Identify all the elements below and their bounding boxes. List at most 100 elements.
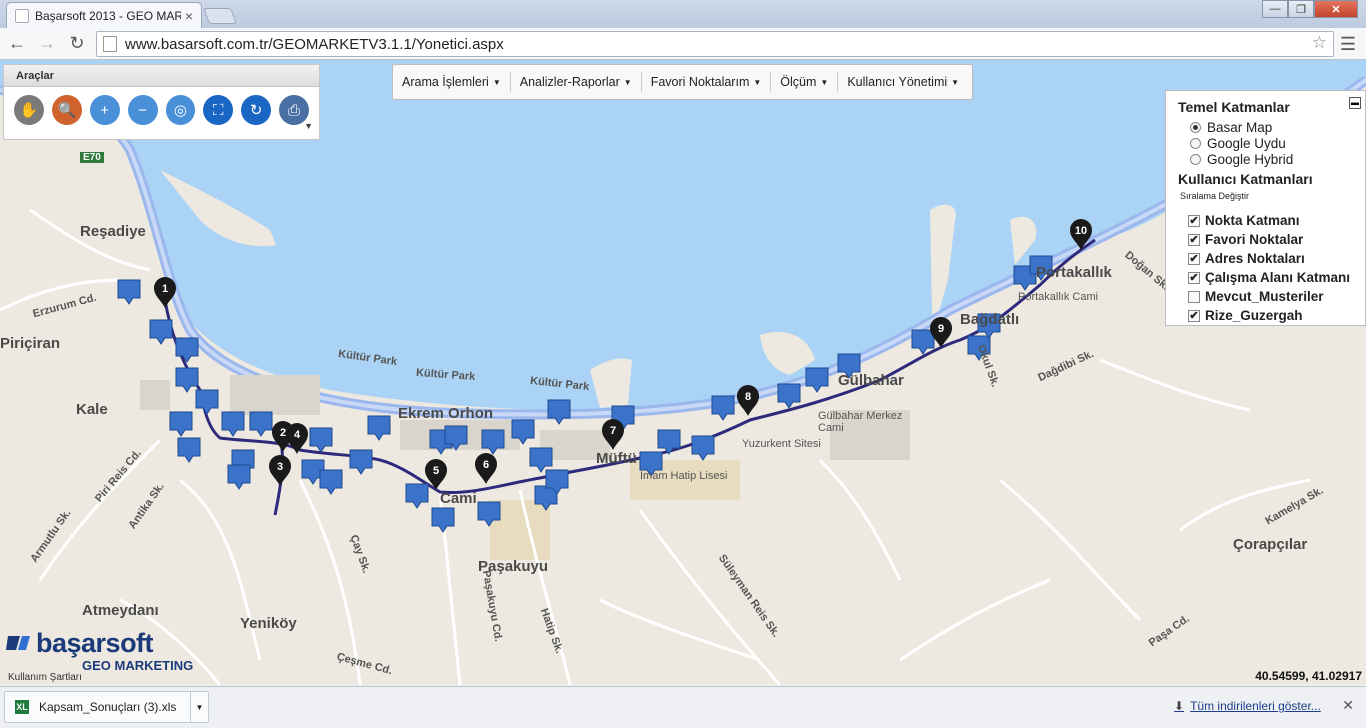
forward-button[interactable]: → xyxy=(34,31,60,57)
user-layer-option[interactable]: ✔ Adres Noktaları xyxy=(1188,249,1365,268)
menu-kullanici-yonetimi[interactable]: Kullanıcı Yönetimi ▼ xyxy=(838,72,968,92)
map-label-ekrem-orhon: Ekrem Orhon xyxy=(398,405,494,422)
radio-button[interactable] xyxy=(1190,121,1201,133)
page-favicon-icon xyxy=(15,8,29,23)
zoom-in-icon[interactable]: + xyxy=(89,95,120,125)
chevron-down-icon: ▼ xyxy=(492,77,501,87)
tab-close-icon[interactable]: × xyxy=(185,8,193,24)
route-stop-number: 10 xyxy=(1075,225,1087,237)
base-layer-option[interactable]: Google Uydu xyxy=(1190,135,1365,151)
checkbox[interactable]: ✔ xyxy=(1188,309,1200,322)
route-stop-number: 9 xyxy=(938,323,944,335)
base-layer-label: Google Uydu xyxy=(1207,135,1286,151)
logo-product: GEO MARKETING xyxy=(82,658,194,673)
tab-title: Başarsoft 2013 - GEO MAR xyxy=(35,8,181,23)
user-layer-label: Rize_Guzergah xyxy=(1205,308,1303,323)
user-layers-title: Kullanıcı Katmanları xyxy=(1178,171,1313,187)
layers-panel: ▬ Temel Katmanlar Basar Map Google Uydu Go… xyxy=(1165,90,1366,326)
download-bar: XL Kapsam_Sonuçları (3).xls ▼ ⬇ Tüm indir… xyxy=(0,686,1366,728)
base-layer-option[interactable]: Basar Map xyxy=(1190,119,1365,135)
chevron-down-icon: ▼ xyxy=(753,77,762,87)
url-text: www.basarsoft.com.tr/GEOMARKETV3.1.1/Yon… xyxy=(125,35,504,53)
browser-tab[interactable]: Başarsoft 2013 - GEO MAR × xyxy=(6,2,202,28)
address-bar[interactable]: www.basarsoft.com.tr/GEOMARKETV3.1.1/Yon… xyxy=(96,31,1334,57)
download-options-icon[interactable]: ▼ xyxy=(190,692,208,722)
browser-toolbar: ← → ↻ www.basarsoft.com.tr/GEOMARKETV3.1… xyxy=(0,28,1366,60)
user-layer-option[interactable]: ✔ Favori Noktalar xyxy=(1188,230,1365,249)
show-all-downloads-link[interactable]: ⬇ Tüm indirilenleri göster... xyxy=(1174,699,1321,713)
page-icon xyxy=(103,36,117,52)
search-icon[interactable]: 🔍 xyxy=(51,95,82,125)
chevron-down-icon: ▼ xyxy=(820,77,829,87)
tools-panel: Araçlar ✋ 🔍 + − ◎ ⛶ ↻ ⎙ ▼ xyxy=(3,64,320,140)
map-label-resadiye: Reşadiye xyxy=(80,223,146,240)
poi-label: Gülbahar Merkez Cami xyxy=(818,410,903,434)
order-change-link[interactable]: Sıralama Değiştir xyxy=(1180,191,1365,201)
checkbox[interactable] xyxy=(1188,290,1200,303)
radio-button[interactable] xyxy=(1190,137,1201,149)
user-layer-option[interactable]: Mevcut_Musteriler xyxy=(1188,287,1365,306)
zoom-extent-icon[interactable]: ◎ xyxy=(165,95,196,125)
bookmark-star-icon[interactable]: ☆ xyxy=(1312,33,1327,53)
reload-button[interactable]: ↻ xyxy=(64,31,90,57)
fullscreen-icon[interactable]: ⛶ xyxy=(203,95,234,125)
minimize-button[interactable]: — xyxy=(1262,0,1288,18)
base-layers-title: Temel Katmanlar xyxy=(1178,99,1290,115)
base-layer-label: Basar Map xyxy=(1207,119,1273,135)
menu-arama-islemleri[interactable]: Arama İşlemleri ▼ xyxy=(393,72,511,92)
map-label-gulbahar: Gülbahar xyxy=(838,372,904,389)
user-layer-option[interactable]: ✔ Çalışma Alanı Katmanı xyxy=(1188,268,1365,287)
checkbox[interactable]: ✔ xyxy=(1188,214,1200,227)
user-layer-label: Favori Noktalar xyxy=(1205,232,1304,247)
terms-link[interactable]: Kullanım Şartları xyxy=(8,672,82,683)
route-stop-marker[interactable]: 6 xyxy=(475,453,497,484)
menu-olcum[interactable]: Ölçüm ▼ xyxy=(771,72,839,92)
route-stop-number: 5 xyxy=(433,465,439,477)
download-filename: Kapsam_Sonuçları (3).xls xyxy=(39,700,177,714)
checkbox[interactable]: ✔ xyxy=(1188,252,1200,265)
map-base-layer: 1 2 3 4 5 6 7 8 9 10 xyxy=(0,60,1366,685)
user-layer-option[interactable]: ✔ Rize_Guzergah xyxy=(1188,306,1365,325)
map-label-cami: Cami xyxy=(440,490,477,507)
map-label-kale: Kale xyxy=(76,401,108,418)
map-label-yenikoy: Yeniköy xyxy=(240,615,297,632)
download-item[interactable]: XL Kapsam_Sonuçları (3).xls ▼ xyxy=(4,691,209,723)
refresh-icon[interactable]: ↻ xyxy=(241,95,272,125)
road-shield-e70: E70 xyxy=(80,152,104,163)
checkbox[interactable]: ✔ xyxy=(1188,271,1200,284)
map-canvas[interactable]: 1 2 3 4 5 6 7 8 9 10 Reşadiye Kale Ekrem Orhon Gü… xyxy=(0,60,1366,685)
zoom-out-icon[interactable]: − xyxy=(127,95,158,125)
user-layer-label: Nokta Katmanı xyxy=(1205,213,1300,228)
tools-scroll-down-icon[interactable]: ▼ xyxy=(304,121,313,131)
route-stop-number: 3 xyxy=(277,461,283,473)
chevron-down-icon: ▼ xyxy=(951,77,960,87)
new-tab-button[interactable] xyxy=(203,8,237,24)
user-layer-option[interactable]: ✔ Nokta Katmanı xyxy=(1188,211,1365,230)
poi-label: Portakallık Cami xyxy=(1018,291,1099,303)
route-stop-number: 8 xyxy=(745,391,751,403)
browser-menu-icon[interactable]: ☰ xyxy=(1340,34,1356,55)
collapse-panel-icon[interactable]: ▬ xyxy=(1349,97,1361,109)
radio-button[interactable] xyxy=(1190,153,1201,165)
menu-favori-noktalarim[interactable]: Favori Noktalarım ▼ xyxy=(642,72,772,92)
menu-analizler-raporlar[interactable]: Analizler-Raporlar ▼ xyxy=(511,72,642,92)
route-stop-marker[interactable]: 1 xyxy=(154,277,176,308)
user-layer-label: Adres Noktaları xyxy=(1205,251,1305,266)
tools-panel-title: Araçlar xyxy=(4,65,319,87)
excel-file-icon: XL xyxy=(15,700,29,714)
map-label-portakallik: Portakallık xyxy=(1036,264,1112,281)
close-download-bar-icon[interactable]: ✕ xyxy=(1342,697,1354,714)
poi-label: Yuzurkent Sitesi xyxy=(742,438,821,450)
download-arrow-icon: ⬇ xyxy=(1174,699,1185,713)
maximize-button[interactable]: ❐ xyxy=(1288,0,1314,18)
route-stop-marker[interactable]: 3 xyxy=(269,455,291,486)
back-button[interactable]: ← xyxy=(4,31,30,57)
base-layer-option[interactable]: Google Hybrid xyxy=(1190,151,1365,167)
route-stop-marker[interactable]: 8 xyxy=(737,385,759,416)
pan-icon[interactable]: ✋ xyxy=(14,95,44,125)
checkbox[interactable]: ✔ xyxy=(1188,233,1200,246)
logo-mark-icon xyxy=(6,636,30,650)
map-label-piriciran: Piriçiran xyxy=(0,335,61,352)
close-window-button[interactable]: ✕ xyxy=(1314,0,1358,18)
poi-label: İmam Hatip Lisesi xyxy=(640,470,728,482)
